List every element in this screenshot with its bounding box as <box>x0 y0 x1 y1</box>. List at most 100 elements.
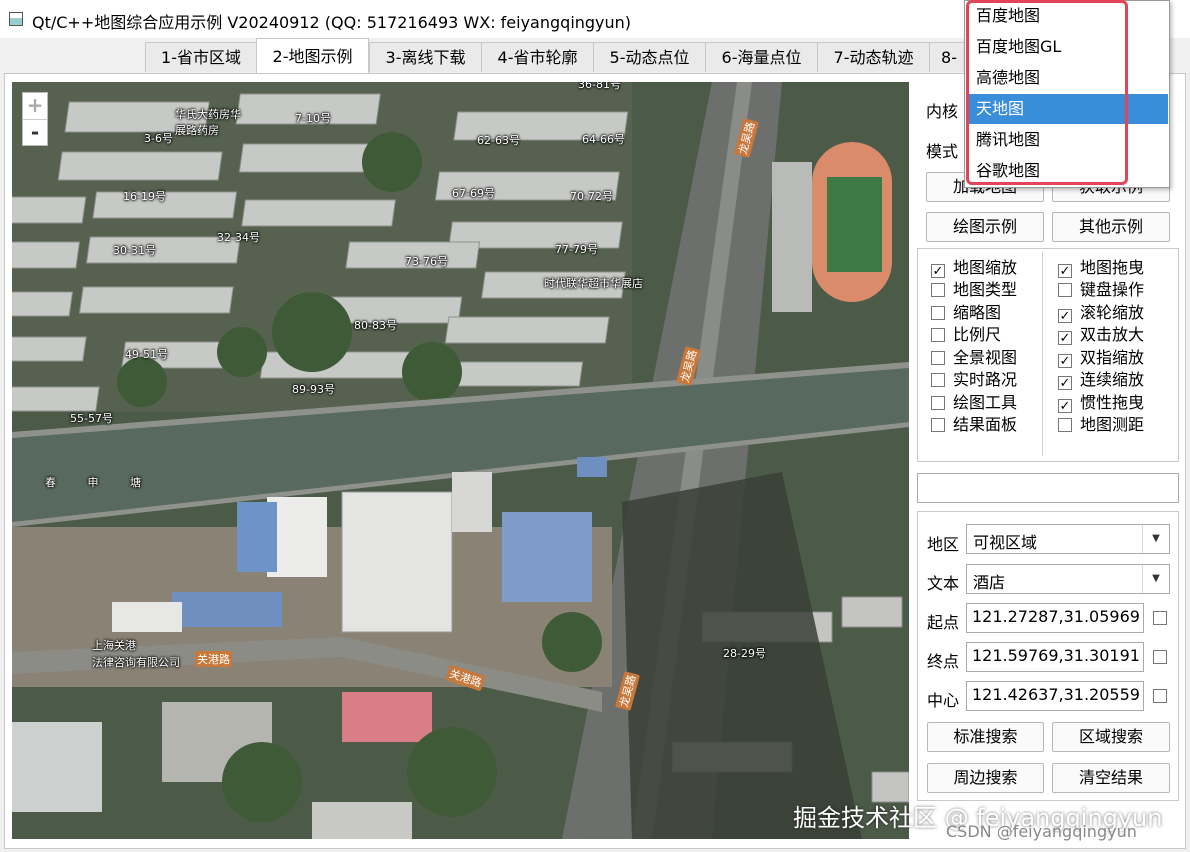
checkbox-result-panel[interactable]: 结果面板 <box>931 411 1018 434</box>
search-input[interactable] <box>917 473 1179 503</box>
kernel-label: 内核 <box>926 102 959 121</box>
start-point-checkbox[interactable] <box>1153 611 1167 625</box>
checkbox-wheel-zoom[interactable]: ✓ 滚轮缩放 <box>1058 299 1145 323</box>
checkbox-label: 比例尺 <box>953 325 1002 344</box>
satellite-map[interactable]: 华氏大药房华 展路药房 3-6号 7-10号 62-63号 64-66号 16-… <box>12 82 909 839</box>
tab-dynamic-track[interactable]: 7-动态轨迹 <box>817 42 930 72</box>
checkbox-label: 惯性拖曳 <box>1080 393 1145 412</box>
map-label-building: 7-10号 <box>295 112 331 125</box>
other-example-button[interactable]: 其他示例 <box>1052 212 1170 242</box>
checkbox-keyboard[interactable]: 键盘操作 <box>1058 276 1144 299</box>
tab-province-outline[interactable]: 4-省市轮廓 <box>481 42 594 72</box>
map-label-building: 36-81号 <box>578 82 621 91</box>
checkbox-box[interactable] <box>931 328 945 342</box>
checkbox-map-type[interactable]: 地图类型 <box>931 276 1017 299</box>
checkbox-box[interactable] <box>1058 418 1072 432</box>
checkbox-drawing-tools[interactable]: 绘图工具 <box>931 389 1017 412</box>
map-label-river: 春 申 塘 <box>45 476 155 489</box>
map-label-building: 49-51号 <box>125 348 168 361</box>
clear-results-button[interactable]: 清空结果 <box>1052 763 1170 793</box>
checkbox-label: 缩略图 <box>953 303 1002 322</box>
checkbox-box[interactable] <box>931 283 945 297</box>
mode-label: 模式 <box>926 142 959 161</box>
text-select[interactable]: 酒店 ▼ <box>966 564 1170 594</box>
dropdown-item-tencent[interactable]: 腾讯地图 <box>966 125 1168 155</box>
checkbox-box[interactable] <box>931 306 945 320</box>
text-label: 文本 <box>927 574 960 593</box>
checkbox-panorama[interactable]: 全景视图 <box>931 344 1018 367</box>
checkbox-traffic[interactable]: 实时路况 <box>931 366 1017 389</box>
checkbox-box[interactable] <box>1058 283 1072 297</box>
start-label: 起点 <box>927 613 960 632</box>
app-icon <box>9 12 23 26</box>
center-point-input[interactable]: 121.42637,31.20559 <box>966 681 1144 711</box>
map-label-building: 67-69号 <box>452 187 495 200</box>
area-search-button[interactable]: 区域搜索 <box>1052 722 1170 752</box>
checkbox-box[interactable] <box>931 418 945 432</box>
checkbox-box[interactable] <box>931 396 945 410</box>
end-label: 终点 <box>927 652 960 671</box>
zoom-in-button[interactable]: + <box>23 93 47 120</box>
checkbox-continuous-zoom[interactable]: ✓ 连续缩放 <box>1058 366 1144 390</box>
map-poi-supermarket: 时代联华超市华展店 <box>544 277 643 290</box>
dropdown-item-baidu[interactable]: 百度地图 <box>966 1 1168 31</box>
map-label-building: 77-79号 <box>555 243 598 256</box>
center-point-checkbox[interactable] <box>1153 689 1167 703</box>
checkbox-label: 滚轮缩放 <box>1080 303 1145 322</box>
end-point-input[interactable]: 121.59769,31.30191 <box>966 642 1144 672</box>
tab-dynamic-points[interactable]: 5-动态点位 <box>593 42 706 72</box>
map-poi-law-firm-line2: 法律咨询有限公司 <box>92 656 180 669</box>
area-select-value: 可视区域 <box>973 533 1038 552</box>
map-label-building: 62-63号 <box>477 134 520 147</box>
checkbox-overview[interactable]: 缩略图 <box>931 299 1002 322</box>
map-label-building: 55-57号 <box>70 412 113 425</box>
checkbox-distance-measure[interactable]: 地图测距 <box>1058 411 1145 434</box>
map-label-building: 30-31号 <box>113 244 156 257</box>
checkbox-label: 全景视图 <box>953 348 1018 367</box>
checkbox-label: 地图测距 <box>1080 415 1145 434</box>
checkbox-map-zoom[interactable]: ✓ 地图缩放 <box>931 254 1018 278</box>
checkbox-label: 结果面板 <box>953 415 1018 434</box>
checkbox-label: 地图缩放 <box>953 258 1018 277</box>
end-point-checkbox[interactable] <box>1153 650 1167 664</box>
dropdown-item-baidu-gl[interactable]: 百度地图GL <box>966 32 1168 62</box>
watermark-sub: CSDN @feiyangqingyun <box>946 822 1137 841</box>
map-label-building: 32-34号 <box>217 231 260 244</box>
map-label-building: 28-29号 <box>723 647 766 660</box>
chevron-down-icon: ▼ <box>1142 565 1169 593</box>
options-divider <box>1042 252 1043 456</box>
standard-search-button[interactable]: 标准搜索 <box>927 722 1044 752</box>
chevron-down-icon: ▼ <box>1142 525 1169 553</box>
tab-more[interactable]: 8- <box>929 42 969 72</box>
checkbox-box[interactable] <box>931 373 945 387</box>
center-label: 中心 <box>927 691 960 710</box>
tab-massive-points[interactable]: 6-海量点位 <box>705 42 818 72</box>
map-poi-pharmacy: 华氏大药房华 <box>175 108 241 121</box>
checkbox-box[interactable]: ✓ <box>1058 331 1072 345</box>
checkbox-dblclick-zoom[interactable]: ✓ 双击放大 <box>1058 321 1144 345</box>
tab-province-region[interactable]: 1-省市区域 <box>145 42 257 72</box>
map-label-building: 73-76号 <box>405 255 448 268</box>
map-road-label: 关港路 <box>195 651 232 667</box>
start-point-input[interactable]: 121.27287,31.05969 <box>966 603 1144 633</box>
map-label-building: 80-83号 <box>354 319 397 332</box>
draw-example-button[interactable]: 绘图示例 <box>926 212 1044 242</box>
dropdown-item-amap[interactable]: 高德地图 <box>966 63 1168 93</box>
area-select[interactable]: 可视区域 ▼ <box>966 524 1170 554</box>
checkbox-box[interactable] <box>931 351 945 365</box>
checkbox-box[interactable]: ✓ <box>1058 376 1072 390</box>
checkbox-map-drag[interactable]: ✓ 地图拖曳 <box>1058 254 1144 278</box>
checkbox-label: 双指缩放 <box>1080 348 1145 367</box>
checkbox-pinch-zoom[interactable]: ✓ 双指缩放 <box>1058 344 1145 368</box>
dropdown-item-google[interactable]: 谷歌地图 <box>966 156 1168 186</box>
nearby-search-button[interactable]: 周边搜索 <box>927 763 1044 793</box>
checkbox-inertia-drag[interactable]: ✓ 惯性拖曳 <box>1058 389 1145 413</box>
dropdown-item-tianditu[interactable]: 天地图 <box>966 94 1168 124</box>
checkbox-scale[interactable]: 比例尺 <box>931 321 1002 344</box>
map-zoom-control: + - <box>22 92 48 146</box>
zoom-out-button[interactable]: - <box>23 120 47 146</box>
tab-offline-download[interactable]: 3-离线下载 <box>369 42 482 72</box>
text-select-value: 酒店 <box>973 573 1006 592</box>
tab-map-demo[interactable]: 2-地图示例 <box>256 38 369 74</box>
map-label-building: 64-66号 <box>582 133 625 146</box>
